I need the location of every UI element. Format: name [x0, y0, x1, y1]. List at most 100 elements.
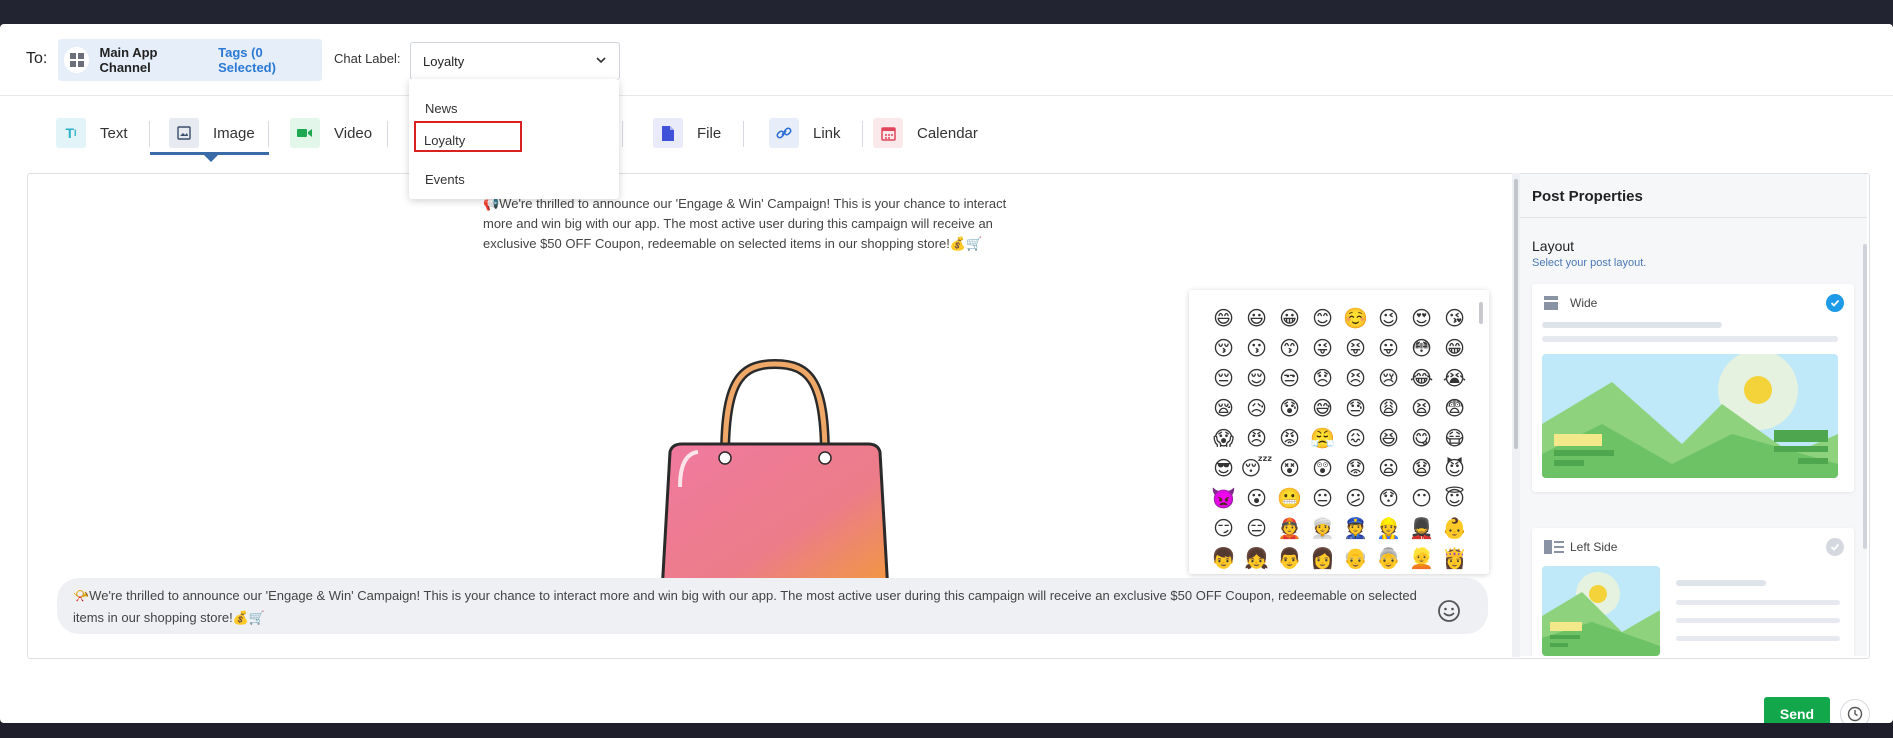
emoji-item[interactable]: 😬 — [1273, 484, 1306, 514]
emoji-item[interactable]: 👶 — [1438, 514, 1471, 544]
emoji-item[interactable]: 😥 — [1240, 394, 1273, 424]
emoji-item[interactable]: 😙 — [1273, 334, 1306, 364]
emoji-item[interactable]: 😍 — [1405, 304, 1438, 334]
emoji-item[interactable]: 😋 — [1405, 424, 1438, 454]
emoji-item[interactable]: 😮 — [1240, 484, 1273, 514]
emoji-item[interactable]: 😦 — [1372, 454, 1405, 484]
emoji-item[interactable]: 👮 — [1339, 514, 1372, 544]
emoji-item[interactable]: 👩 — [1306, 544, 1339, 574]
emoji-item[interactable]: 😖 — [1339, 424, 1372, 454]
emoji-item[interactable]: 😰 — [1273, 394, 1306, 424]
emoji-item[interactable]: ☺️ — [1339, 304, 1372, 334]
emoji-item[interactable]: 😓 — [1339, 394, 1372, 424]
emoji-picker-icon[interactable] — [1437, 599, 1461, 623]
emoji-item[interactable]: 😫 — [1405, 394, 1438, 424]
emoji-item[interactable]: 😀 — [1273, 304, 1306, 334]
emoji-item[interactable]: 😂 — [1405, 364, 1438, 394]
emoji-item[interactable]: 😑 — [1240, 514, 1273, 544]
emoji-item[interactable]: 👳 — [1306, 514, 1339, 544]
emoji-item[interactable]: 😒 — [1273, 364, 1306, 394]
emoji-item[interactable]: 😣 — [1339, 364, 1372, 394]
emoji-item[interactable]: 😷 — [1438, 424, 1471, 454]
emoji-item[interactable]: 👿 — [1207, 484, 1240, 514]
emoji-item[interactable]: 😐 — [1306, 484, 1339, 514]
emoji-item[interactable]: 😈 — [1438, 454, 1471, 484]
emoji-item[interactable]: 😢 — [1372, 364, 1405, 394]
emoji-item[interactable]: 😔 — [1207, 364, 1240, 394]
tab-link-label: Link — [813, 124, 841, 142]
message-composer[interactable]: 📯We're thrilled to announce our 'Engage … — [57, 578, 1488, 634]
emoji-item[interactable]: 😳 — [1405, 334, 1438, 364]
dropdown-option-events[interactable]: Events — [425, 172, 465, 187]
emoji-item[interactable]: 👵 — [1372, 544, 1405, 574]
emoji-item[interactable]: 😝 — [1339, 334, 1372, 364]
emoji-item[interactable]: 😚 — [1207, 334, 1240, 364]
dropdown-option-loyalty[interactable]: Loyalty — [424, 133, 465, 148]
emoji-item[interactable]: 😯 — [1372, 484, 1405, 514]
to-label: To: — [26, 50, 48, 67]
panel-scrollbar[interactable] — [1863, 244, 1867, 549]
tab-link[interactable]: Link — [769, 117, 841, 149]
tab-image[interactable]: Image — [169, 117, 255, 149]
emoji-item[interactable]: 😇 — [1438, 484, 1471, 514]
emoji-item[interactable]: 😶 — [1405, 484, 1438, 514]
tab-file-label: File — [697, 124, 722, 142]
emoji-item[interactable]: 😞 — [1306, 364, 1339, 394]
emoji-item[interactable]: 👨 — [1273, 544, 1306, 574]
emoji-item[interactable]: 👸 — [1438, 544, 1471, 574]
chat-label-select[interactable]: Loyalty — [410, 42, 620, 80]
emoji-item[interactable]: 💂 — [1405, 514, 1438, 544]
layout-option-left-side[interactable]: Left Side — [1532, 528, 1854, 656]
emoji-item[interactable]: 😡 — [1273, 424, 1306, 454]
schedule-button[interactable] — [1840, 699, 1870, 723]
emoji-item[interactable]: 😜 — [1306, 334, 1339, 364]
tab-file[interactable]: File — [653, 117, 721, 149]
composer-text[interactable]: 📯We're thrilled to announce our 'Engage … — [73, 585, 1443, 629]
emoji-item[interactable]: 👴 — [1339, 544, 1372, 574]
emoji-item[interactable]: 😵 — [1273, 454, 1306, 484]
layout-option-wide[interactable]: Wide — [1532, 284, 1854, 492]
emoji-item[interactable]: 😌 — [1240, 364, 1273, 394]
send-button[interactable]: Send — [1764, 697, 1830, 723]
post-preview-text: 📢We're thrilled to announce our 'Engage … — [483, 196, 1007, 251]
header-divider — [0, 95, 1893, 96]
emoji-item[interactable]: 😠 — [1240, 424, 1273, 454]
emoji-item[interactable]: 👧 — [1240, 544, 1273, 574]
emoji-item[interactable]: 😟 — [1339, 454, 1372, 484]
tab-calendar[interactable]: Calendar — [873, 117, 978, 149]
emoji-item[interactable]: 😛 — [1372, 334, 1405, 364]
emoji-item[interactable]: 😏 — [1207, 514, 1240, 544]
emoji-item[interactable]: 😆 — [1372, 424, 1405, 454]
emoji-item[interactable]: 😄 — [1207, 304, 1240, 334]
emoji-item[interactable]: 😃 — [1240, 304, 1273, 334]
emoji-item[interactable]: 😅 — [1306, 394, 1339, 424]
emoji-item[interactable]: 😴 — [1240, 454, 1273, 484]
emoji-item[interactable]: 😁 — [1438, 334, 1471, 364]
emoji-item[interactable]: 👱 — [1405, 544, 1438, 574]
emoji-item[interactable]: 👷 — [1372, 514, 1405, 544]
emoji-item[interactable]: 😎 — [1207, 454, 1240, 484]
emoji-item[interactable]: 😩 — [1372, 394, 1405, 424]
tags-link[interactable]: Tags (0 Selected) — [218, 45, 322, 75]
emoji-item[interactable]: 😨 — [1438, 394, 1471, 424]
tab-text-label: Text — [100, 124, 128, 142]
emoji-picker-scrollbar[interactable] — [1479, 302, 1483, 324]
emoji-item[interactable]: 😕 — [1339, 484, 1372, 514]
emoji-item[interactable]: 😭 — [1438, 364, 1471, 394]
emoji-item[interactable]: 😱 — [1207, 424, 1240, 454]
emoji-item[interactable]: 👲 — [1273, 514, 1306, 544]
tab-video[interactable]: Video — [290, 117, 372, 149]
emoji-item[interactable]: 😪 — [1207, 394, 1240, 424]
dropdown-option-news[interactable]: News — [425, 101, 458, 116]
emoji-item[interactable]: 😧 — [1405, 454, 1438, 484]
emoji-item[interactable]: 👦 — [1207, 544, 1240, 574]
emoji-item[interactable]: 😗 — [1240, 334, 1273, 364]
emoji-item[interactable]: 😤 — [1306, 424, 1339, 454]
channel-chip[interactable]: Main App Channel Tags (0 Selected) — [58, 39, 322, 81]
emoji-item[interactable]: 😘 — [1438, 304, 1471, 334]
emoji-item[interactable]: 😉 — [1372, 304, 1405, 334]
emoji-item[interactable]: 😊 — [1306, 304, 1339, 334]
tab-text[interactable]: TI Text — [56, 117, 128, 149]
editor-scrollbar[interactable] — [1514, 179, 1518, 449]
emoji-item[interactable]: 😲 — [1306, 454, 1339, 484]
